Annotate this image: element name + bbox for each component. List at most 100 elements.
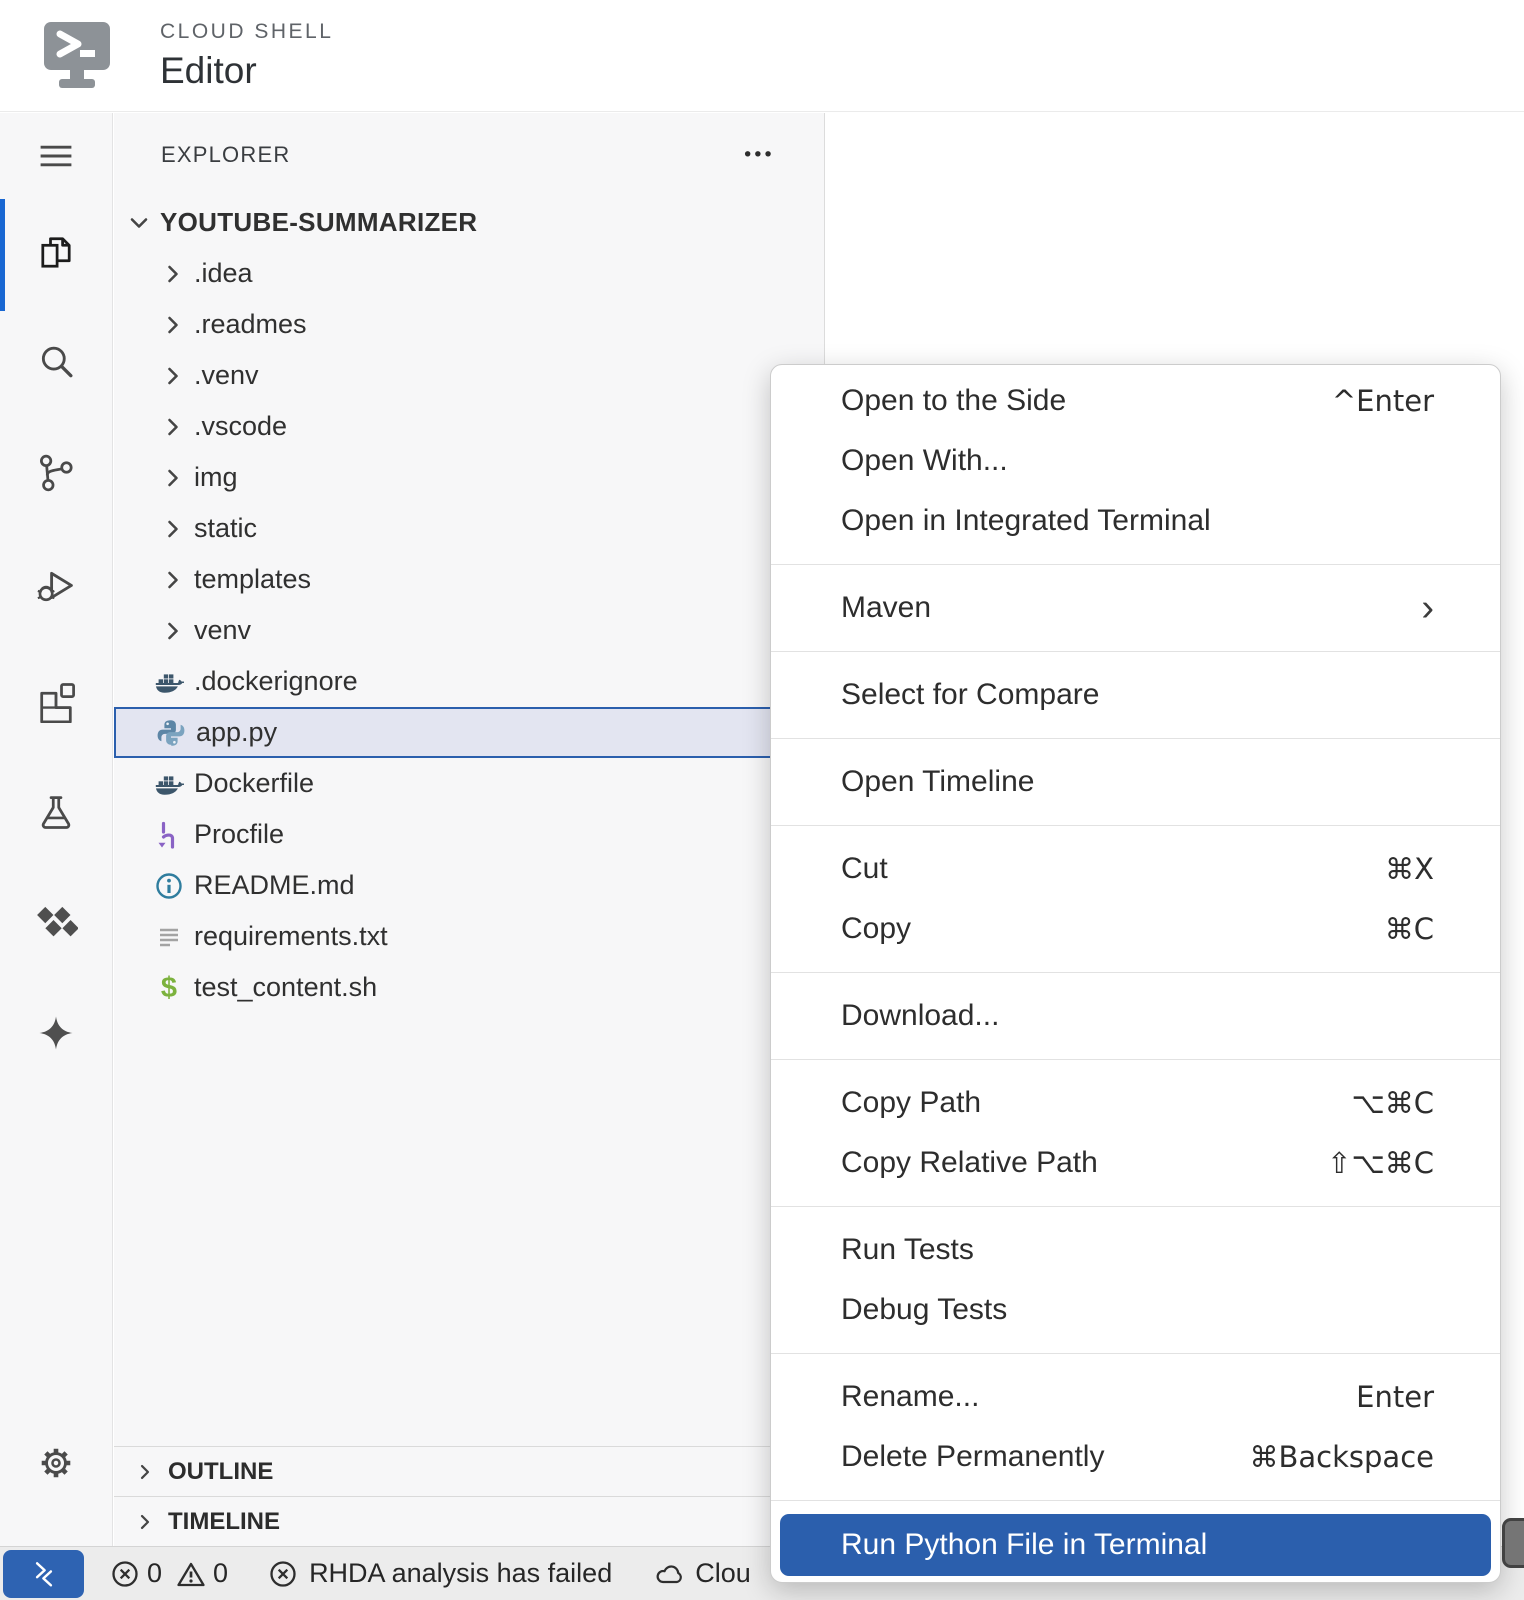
menu-item-run-python-file-in-terminal[interactable]: Run Python File in Terminal	[780, 1514, 1491, 1576]
remote-indicator-icon	[24, 1554, 64, 1594]
menu-icon[interactable]	[32, 132, 80, 180]
shell-icon: $	[154, 973, 184, 1003]
menu-item-label: Run Tests	[841, 1233, 974, 1267]
section-timeline[interactable]: TIMELINE	[114, 1496, 824, 1546]
menu-item-label: Open Timeline	[841, 765, 1034, 799]
item-label: static	[194, 513, 257, 544]
tree-file-dockerignore[interactable]: .dockerignore	[114, 656, 824, 707]
menu-item-label: Copy Path	[841, 1086, 981, 1120]
chevron-right-icon	[160, 618, 186, 644]
menu-item-label: Debug Tests	[841, 1293, 1007, 1327]
menu-item-run-tests[interactable]: Run Tests	[771, 1220, 1500, 1280]
menu-item-shortcut: ⌥⌘C	[1351, 1086, 1434, 1120]
menu-item-open-in-integrated-terminal[interactable]: Open in Integrated Terminal	[771, 491, 1500, 551]
item-label: .vscode	[194, 411, 287, 442]
tree-folder-img[interactable]: img	[114, 452, 824, 503]
settings-gear-icon[interactable]	[32, 1439, 80, 1487]
tree-folder-idea[interactable]: .idea	[114, 248, 824, 299]
menu-separator	[771, 564, 1500, 565]
menu-item-label: Cut	[841, 852, 888, 886]
warning-icon	[176, 1559, 206, 1589]
app-name: CLOUD SHELL	[160, 20, 333, 44]
menu-item-copy-path[interactable]: Copy Path ⌥⌘C	[771, 1073, 1500, 1133]
menu-item-label: Run Python File in Terminal	[841, 1528, 1207, 1562]
menu-item-select-for-compare[interactable]: Select for Compare	[771, 665, 1500, 725]
run-debug-icon[interactable]	[32, 562, 80, 610]
tree-file-requirements-txt[interactable]: requirements.txt	[114, 911, 824, 962]
chevron-right-icon	[160, 567, 186, 593]
remote-indicator[interactable]	[3, 1550, 84, 1598]
context-menu: Open to the Side^Enter Open With... Open i…	[770, 364, 1501, 1583]
active-view-indicator	[0, 199, 5, 311]
problems-status[interactable]: 0 0	[110, 1558, 228, 1589]
item-label: README.md	[194, 870, 355, 901]
section-outline[interactable]: OUTLINE	[114, 1446, 824, 1496]
item-label: .readmes	[194, 309, 307, 340]
menu-item-shortcut: ⌘X	[1385, 852, 1434, 886]
item-label: app.py	[196, 717, 277, 748]
tree-folder-static[interactable]: static	[114, 503, 824, 554]
info-icon	[154, 871, 184, 901]
menu-separator	[771, 972, 1500, 973]
source-control-icon[interactable]	[32, 449, 80, 497]
tree-folder-vscode[interactable]: .vscode	[114, 401, 824, 452]
cut-off-corner-box[interactable]	[1502, 1518, 1524, 1568]
menu-item-open-timeline[interactable]: Open Timeline	[771, 752, 1500, 812]
docker-icon	[154, 667, 184, 697]
menu-item-maven[interactable]: Maven ›	[771, 578, 1500, 638]
tree-folder-venv[interactable]: venv	[114, 605, 824, 656]
item-label: img	[194, 462, 238, 493]
chevron-right-icon	[160, 414, 186, 440]
item-label: test_content.sh	[194, 972, 377, 1003]
tree-file-dockerfile[interactable]: Dockerfile	[114, 758, 824, 809]
more-actions-icon[interactable]	[742, 145, 776, 163]
rhda-status[interactable]: RHDA analysis has failed	[268, 1558, 612, 1589]
tree-file-readme-md[interactable]: README.md	[114, 860, 824, 911]
menu-item-debug-tests[interactable]: Debug Tests	[771, 1280, 1500, 1340]
menu-item-open-to-the-side[interactable]: Open to the Side^Enter	[771, 371, 1500, 431]
chevron-right-icon	[134, 1461, 156, 1483]
tree-root[interactable]: YOUTUBE-SUMMARIZER	[114, 197, 824, 248]
cloud-status-label: Clou	[695, 1558, 751, 1589]
item-label: Procfile	[194, 819, 284, 850]
submenu-chevron-icon: ›	[1421, 593, 1434, 623]
python-icon	[156, 718, 186, 748]
menu-item-rename[interactable]: Rename...Enter	[771, 1367, 1500, 1427]
item-label: YOUTUBE-SUMMARIZER	[160, 207, 477, 238]
extensions-icon[interactable]	[32, 677, 80, 725]
menu-item-label: Open to the Side	[841, 384, 1066, 418]
testing-icon[interactable]	[32, 789, 80, 837]
menu-item-label: Open With...	[841, 444, 1008, 478]
menu-item-copy-relative-path[interactable]: Copy Relative Path⇧⌥⌘C	[771, 1133, 1500, 1193]
menu-item-delete-permanently[interactable]: Delete Permanently⌘Backspace	[771, 1427, 1500, 1487]
tree-folder-readmes[interactable]: .readmes	[114, 299, 824, 350]
tree-file-app-py[interactable]: app.py	[114, 707, 824, 758]
search-icon[interactable]	[32, 339, 80, 387]
menu-item-label: Download...	[841, 999, 999, 1033]
item-label: templates	[194, 564, 311, 595]
menu-item-download[interactable]: Download...	[771, 986, 1500, 1046]
tree-folder-venv[interactable]: .venv	[114, 350, 824, 401]
menu-item-label: Copy	[841, 912, 911, 946]
error-count: 0	[147, 1558, 162, 1589]
section-label: OUTLINE	[168, 1458, 273, 1486]
files-icon[interactable]	[32, 229, 80, 277]
gemini-icon[interactable]	[32, 1009, 80, 1057]
menu-separator	[771, 738, 1500, 739]
cloud-code-icon[interactable]	[32, 899, 80, 947]
tree-file-procfile[interactable]: Procfile	[114, 809, 824, 860]
menu-item-cut[interactable]: Cut ⌘X	[771, 839, 1500, 899]
tree-file-test-content-sh[interactable]: $ test_content.sh	[114, 962, 824, 1013]
cloud-code-status[interactable]: Clou	[654, 1558, 751, 1589]
menu-item-copy[interactable]: Copy⌘C	[771, 899, 1500, 959]
item-label: .dockerignore	[194, 666, 358, 697]
menu-separator	[771, 1500, 1500, 1501]
tree-folder-templates[interactable]: templates	[114, 554, 824, 605]
rhda-message: RHDA analysis has failed	[309, 1558, 612, 1589]
page-title: Editor	[160, 50, 257, 92]
menu-separator	[771, 651, 1500, 652]
chevron-right-icon	[160, 465, 186, 491]
menu-separator	[771, 1353, 1500, 1354]
menu-item-label: Maven	[841, 591, 931, 625]
menu-item-open-with[interactable]: Open With...	[771, 431, 1500, 491]
